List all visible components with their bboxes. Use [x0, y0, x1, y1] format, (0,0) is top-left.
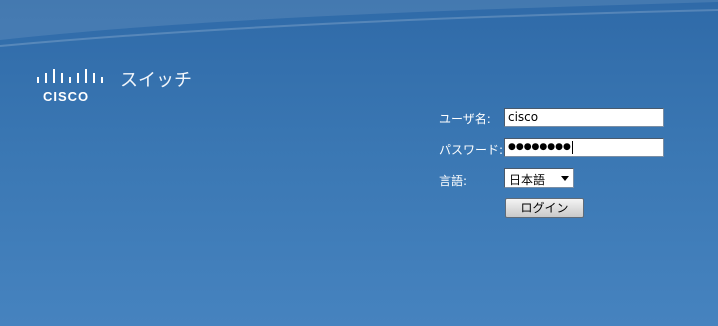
- password-field[interactable]: ●●●●●●●●: [504, 138, 664, 157]
- username-label: ユーザ名:: [439, 112, 491, 126]
- login-button[interactable]: ログイン: [505, 198, 584, 218]
- language-label: 言語:: [439, 174, 468, 188]
- background-swoosh: [0, 0, 718, 47]
- password-masked-value: ●●●●●●●●: [508, 142, 571, 152]
- cisco-wordmark: CISCO: [43, 89, 90, 104]
- cisco-logo: CISCO: [36, 68, 106, 108]
- text-caret: [571, 141, 573, 154]
- cisco-bars-icon: [37, 69, 103, 83]
- app-title: スイッチ: [120, 70, 192, 91]
- language-selected-value: 日本語: [509, 173, 546, 187]
- username-field[interactable]: cisco: [504, 108, 664, 127]
- chevron-down-icon[interactable]: [561, 176, 569, 181]
- language-select[interactable]: 日本語: [504, 168, 574, 188]
- password-label: パスワード:: [439, 143, 504, 157]
- username-value: cisco: [508, 110, 539, 124]
